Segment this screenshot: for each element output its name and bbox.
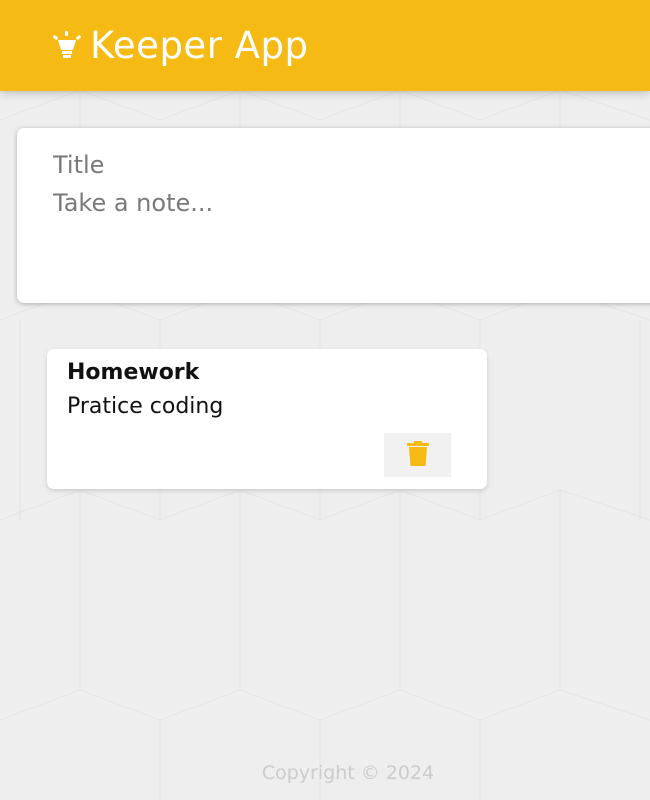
lightbulb-icon (52, 26, 82, 66)
trash-icon (406, 440, 430, 470)
app-header: Keeper App (0, 0, 650, 91)
app-footer: Copyright © 2024 (0, 762, 650, 784)
note-title: Homework (67, 360, 200, 385)
brand: Keeper App (52, 24, 308, 68)
copyright-text: Copyright © 2024 (261, 762, 435, 784)
create-note-form (17, 128, 650, 303)
note-content: Pratice coding (67, 394, 224, 419)
note-card: Homework Pratice coding (47, 349, 487, 489)
note-content-input[interactable] (53, 188, 613, 222)
note-title-input[interactable] (53, 150, 613, 180)
app-title: Keeper App (90, 24, 309, 67)
delete-note-button[interactable] (384, 433, 451, 477)
